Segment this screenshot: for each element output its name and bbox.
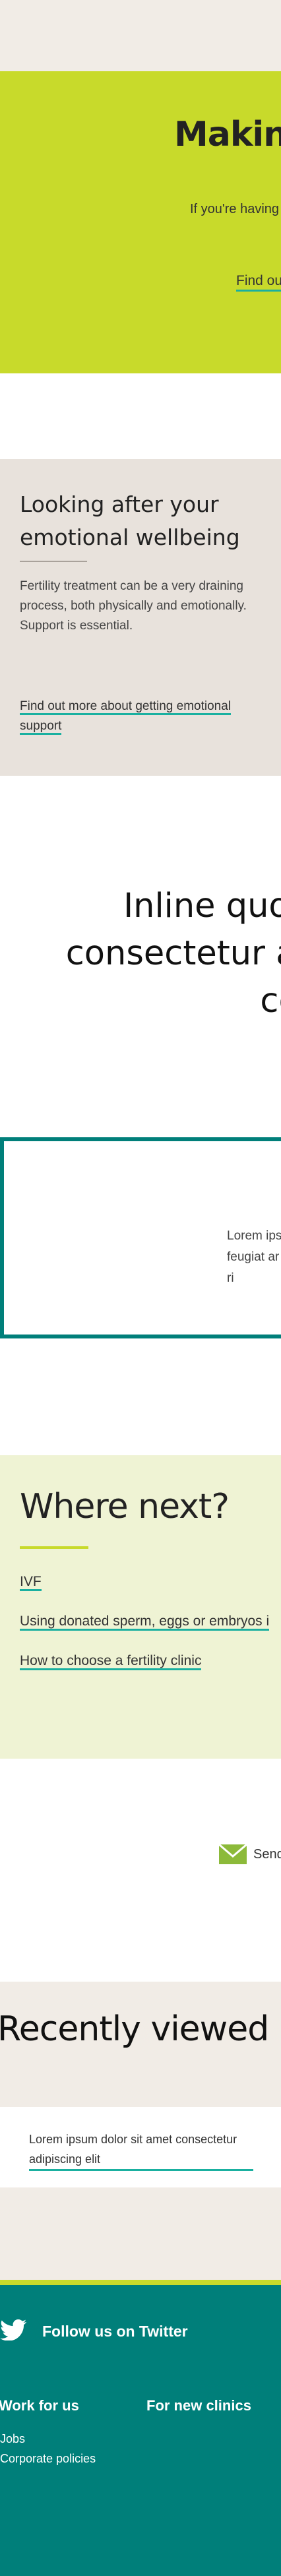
emotional-support-link[interactable]: Find out more about getting emotional su… (20, 699, 232, 735)
quote-line-2: consectetur adi (65, 934, 281, 973)
footer-heading-work-for-us: Work for us (0, 2397, 79, 2414)
list-item: Jobs (0, 2429, 96, 2449)
where-next-link-ivf[interactable]: IVF (20, 1574, 42, 1591)
where-next-section: Where next? IVF Using donated sperm, egg… (0, 1455, 281, 1759)
twitter-follow-link[interactable]: Follow us on Twitter (0, 2319, 188, 2344)
inline-quote: Inline quote consectetur adi con (0, 883, 281, 1025)
hero-title: Making (174, 115, 281, 154)
twitter-label: Follow us on Twitter (42, 2323, 188, 2340)
where-next-link-donated[interactable]: Using donated sperm, eggs or embryos i (20, 1614, 270, 1631)
wellbeing-title: Looking after your emotional wellbeing (20, 491, 240, 550)
list-item: IVF (20, 1574, 42, 1591)
hero-banner: Making If you're having Find out (0, 71, 281, 373)
page: Making If you're having Find out Looking… (0, 0, 281, 2576)
list-item: Using donated sperm, eggs or embryos i (20, 1614, 270, 1631)
recently-viewed-link[interactable]: Lorem ipsum dolor sit amet consectetur a… (29, 2129, 253, 2171)
footer-accent-stripe (0, 2280, 281, 2285)
send-button[interactable]: Send (219, 1844, 281, 1864)
quote-line-3: con (260, 982, 281, 1021)
send-label: Send (253, 1846, 281, 1862)
recently-viewed-card: Lorem ipsum dolor sit amet consectetur a… (0, 2107, 281, 2187)
wellbeing-divider (20, 561, 87, 562)
where-next-title: Where next? (20, 1487, 230, 1526)
where-next-divider (20, 1546, 88, 1549)
wellbeing-body: Fertility treatment can be a very draini… (20, 579, 247, 633)
footer-link-jobs[interactable]: Jobs (0, 2432, 25, 2445)
twitter-icon (0, 2319, 27, 2344)
where-next-link-choose-clinic[interactable]: How to choose a fertility clinic (20, 1653, 202, 1670)
hero-find-out-link[interactable]: Find out (236, 273, 281, 292)
wellbeing-link-wrap: Find out more about getting emotional su… (20, 697, 257, 736)
site-footer: Follow us on Twitter Work for us For new… (0, 2285, 281, 2576)
boxed-text-panel: Lorem ipsum feugiat ar semper ri (0, 1137, 281, 1338)
quote-line-1: Inline quote (123, 887, 281, 926)
list-item: Corporate policies (0, 2449, 96, 2468)
recently-viewed-title: Recently viewed (0, 2009, 269, 2049)
footer-links: Jobs Corporate policies (0, 2429, 96, 2468)
hero-subtitle: If you're having (190, 202, 280, 216)
emotional-wellbeing-card: Looking after your emotional wellbeing F… (0, 459, 281, 776)
boxed-text: Lorem ipsum feugiat ar semper ri (227, 1229, 281, 1285)
recently-viewed-section: Recently viewed Lorem ipsum dolor sit am… (0, 1982, 281, 2280)
footer-heading-new-clinics: For new clinics (146, 2397, 251, 2414)
top-band (0, 0, 281, 71)
envelope-icon (219, 1844, 247, 1864)
list-item: How to choose a fertility clinic (20, 1653, 202, 1670)
footer-link-corporate-policies[interactable]: Corporate policies (0, 2452, 96, 2465)
